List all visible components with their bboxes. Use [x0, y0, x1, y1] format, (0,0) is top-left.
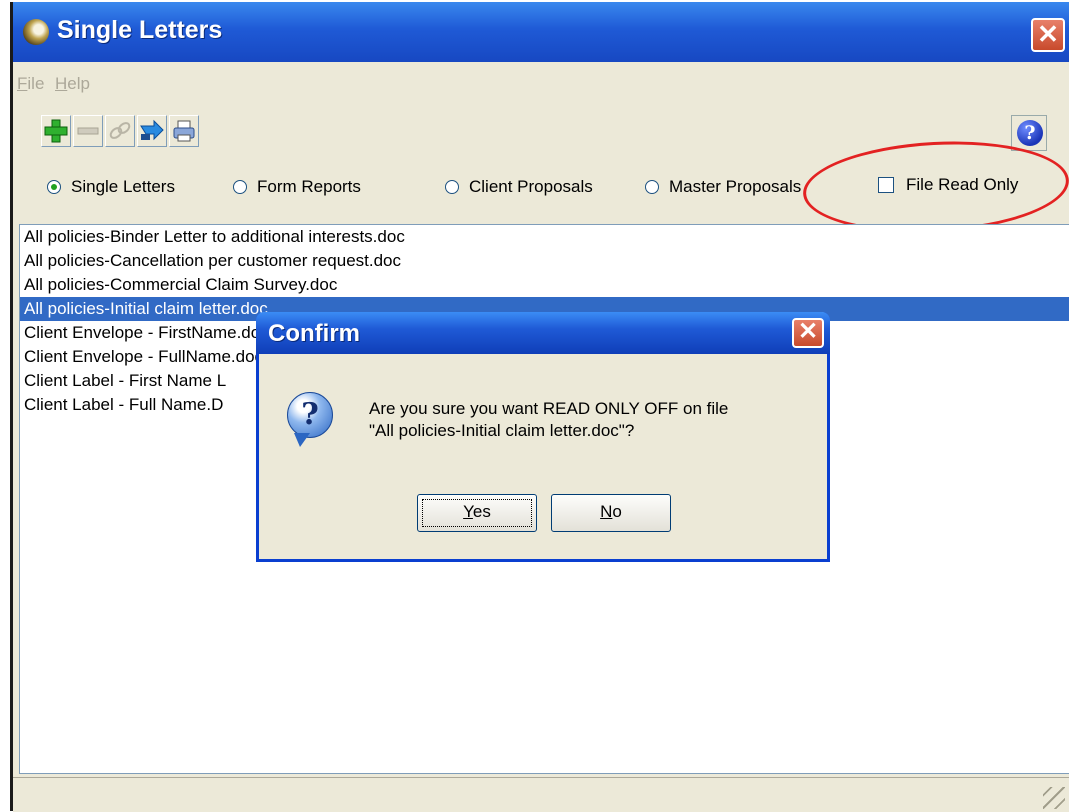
link-icon	[109, 122, 131, 139]
dialog-title: Confirm	[268, 320, 360, 347]
radio-form-reports[interactable]: Form Reports	[233, 177, 361, 197]
radio-indicator	[47, 180, 61, 194]
confirm-dialog: Confirm ✕ ? Are you sure you want READ O…	[256, 312, 830, 562]
resize-grip[interactable]	[1043, 787, 1065, 809]
remove-button[interactable]	[73, 115, 103, 147]
radio-client-proposals[interactable]: Client Proposals	[445, 177, 593, 197]
help-icon: ?	[1017, 120, 1043, 146]
print-icon	[173, 120, 195, 142]
radio-indicator	[645, 180, 659, 194]
status-bar	[13, 777, 1069, 812]
link-button[interactable]	[105, 115, 135, 147]
export-arrow-icon	[140, 119, 164, 141]
close-window-button[interactable]: ✕	[1031, 18, 1065, 52]
radio-indicator	[233, 180, 247, 194]
dialog-close-button[interactable]: ✕	[792, 318, 824, 348]
question-icon: ?	[287, 392, 333, 447]
dialog-message-line1: Are you sure you want READ ONLY OFF on f…	[369, 399, 729, 418]
title-bar[interactable]: Single Letters ✕	[13, 2, 1069, 62]
list-item[interactable]: All policies-Binder Letter to additional…	[20, 225, 1069, 249]
help-button[interactable]: ?	[1011, 115, 1047, 151]
add-button[interactable]	[41, 115, 71, 147]
radio-single-letters[interactable]: Single Letters	[47, 177, 175, 197]
list-item[interactable]: All policies-Cancellation per customer r…	[20, 249, 1069, 273]
menu-file[interactable]: File	[17, 74, 44, 94]
app-icon	[23, 19, 49, 45]
dialog-message: Are you sure you want READ ONLY OFF on f…	[369, 398, 728, 442]
focus-rectangle	[422, 499, 532, 527]
dialog-message-line2: "All policies-Initial claim letter.doc"?	[369, 421, 635, 440]
window-title: Single Letters	[57, 16, 223, 44]
menu-bar: File Help	[13, 66, 1069, 100]
print-button[interactable]	[169, 115, 199, 147]
dialog-title-bar[interactable]: Confirm ✕	[256, 312, 830, 354]
radio-indicator	[445, 180, 459, 194]
list-item[interactable]: All policies-Commercial Claim Survey.doc	[20, 273, 1069, 297]
yes-button[interactable]: Yes	[417, 494, 537, 532]
menu-help[interactable]: Help	[55, 74, 90, 94]
export-button[interactable]	[137, 115, 167, 147]
add-icon	[44, 119, 68, 143]
radio-master-proposals[interactable]: Master Proposals	[645, 177, 801, 197]
remove-icon	[77, 127, 99, 135]
no-button[interactable]: No	[551, 494, 671, 532]
